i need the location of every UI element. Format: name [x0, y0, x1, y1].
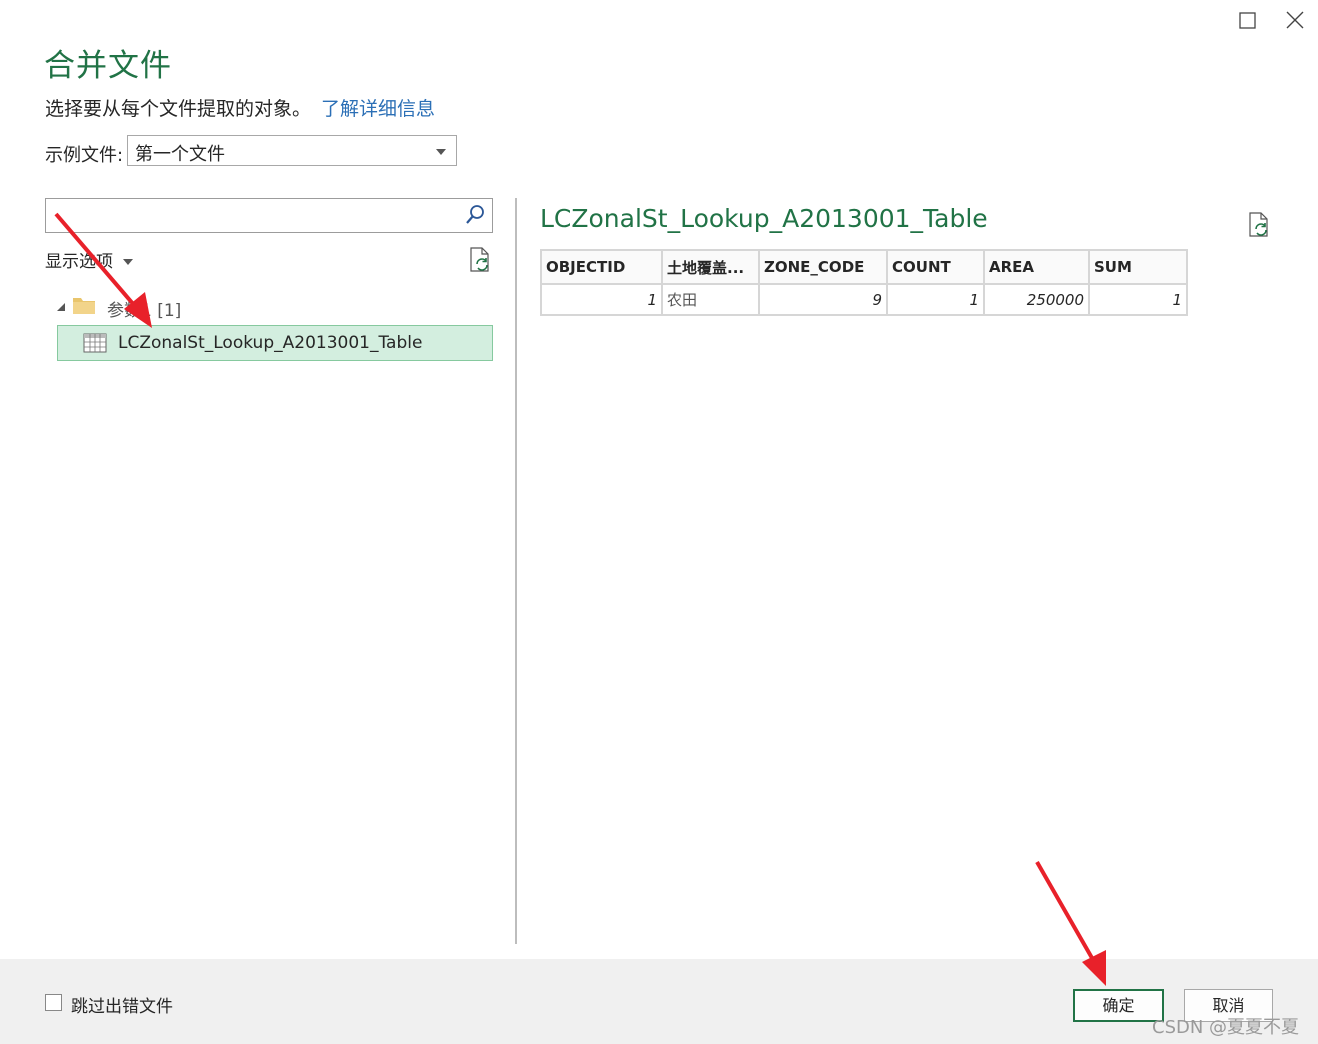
table-cell: 农田	[661, 283, 760, 316]
table-header-row: OBJECTID 土地覆盖... ZONE_CODE COUNT AREA SU…	[540, 249, 1188, 285]
preview-title: LCZonalSt_Lookup_A2013001_Table	[540, 204, 988, 233]
watermark: CSDN @夏夏不夏	[1152, 1017, 1300, 1038]
refresh-icon[interactable]	[468, 246, 492, 278]
dialog-title: 合并文件	[44, 48, 172, 84]
tree-item-table[interactable]: LCZonalSt_Lookup_A2013001_Table	[57, 325, 493, 361]
search-input[interactable]	[52, 201, 456, 233]
display-options-label: 显示选项	[45, 252, 113, 272]
skip-errors-label[interactable]: 跳过出错文件	[71, 992, 173, 1017]
pane-splitter[interactable]	[515, 198, 517, 944]
navigator-search	[45, 198, 493, 233]
maximize-icon[interactable]	[1233, 6, 1261, 34]
table-cell: 1	[1088, 283, 1188, 316]
folder-icon	[72, 294, 96, 320]
dialog-subtitle: 选择要从每个文件提取的对象。 了解详细信息	[45, 94, 435, 121]
column-header: COUNT	[886, 249, 985, 285]
close-icon[interactable]	[1281, 6, 1309, 34]
preview-refresh-icon[interactable]	[1247, 211, 1271, 243]
column-header: SUM	[1088, 249, 1188, 285]
sample-file-value: 第一个文件	[135, 144, 225, 165]
learn-more-link[interactable]: 了解详细信息	[321, 98, 435, 120]
ok-button[interactable]: 确定	[1073, 989, 1164, 1022]
collapse-triangle-icon[interactable]	[55, 298, 67, 317]
table-cell: 1	[886, 283, 985, 316]
sample-file-label: 示例文件:	[45, 145, 124, 166]
display-options-dropdown[interactable]: 显示选项	[45, 247, 133, 272]
table-icon	[83, 333, 107, 357]
sample-file-dropdown[interactable]: 第一个文件	[127, 135, 457, 166]
column-header: OBJECTID	[540, 249, 663, 285]
column-header: AREA	[983, 249, 1090, 285]
tree-item-label: LCZonalSt_Lookup_A2013001_Table	[118, 333, 423, 353]
table-cell: 9	[758, 283, 888, 316]
chevron-down-icon	[436, 149, 446, 155]
skip-errors-checkbox[interactable]	[45, 994, 62, 1011]
folder-label[interactable]: 参数1 [1]	[107, 296, 181, 321]
preview-table: OBJECTID 土地覆盖... ZONE_CODE COUNT AREA SU…	[540, 249, 1188, 316]
caret-down-icon	[123, 259, 133, 265]
column-header: 土地覆盖...	[661, 249, 760, 285]
table-cell: 250000	[983, 283, 1090, 316]
subtitle-text: 选择要从每个文件提取的对象。	[45, 98, 312, 120]
dialog-footer: 跳过出错文件 确定 取消 CSDN @夏夏不夏	[0, 959, 1318, 1044]
table-row: 1 农田 9 1 250000 1	[540, 283, 1188, 316]
table-cell: 1	[540, 283, 663, 316]
column-header: ZONE_CODE	[758, 249, 888, 285]
search-icon[interactable]	[464, 204, 486, 230]
